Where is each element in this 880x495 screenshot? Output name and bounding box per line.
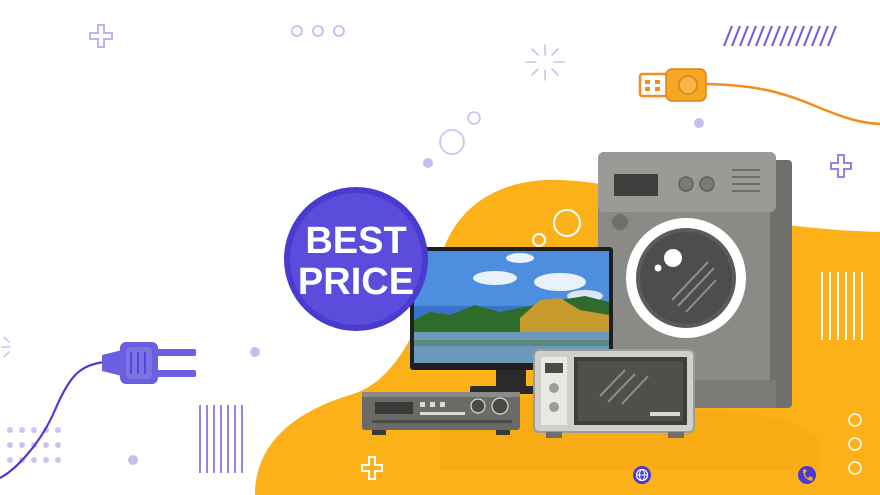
sparkle-decoration bbox=[1, 336, 11, 358]
power-plug-icon bbox=[0, 342, 196, 479]
globe-icon[interactable] bbox=[633, 466, 651, 484]
badge-line-1: BEST bbox=[305, 220, 406, 262]
badge-line-2: PRICE bbox=[298, 261, 414, 303]
best-price-badge: BEST PRICE bbox=[284, 187, 428, 331]
plus-icon bbox=[89, 24, 113, 48]
microwave-oven bbox=[533, 349, 695, 438]
diagonal-stripes bbox=[723, 25, 837, 47]
phone-icon[interactable] bbox=[798, 466, 816, 484]
promo-banner: BEST PRICE bbox=[0, 0, 880, 495]
usb-connector-icon bbox=[638, 68, 880, 126]
audio-receiver bbox=[362, 392, 520, 435]
decorative-dots bbox=[291, 25, 345, 37]
plus-icon bbox=[830, 154, 852, 178]
vertical-stripes bbox=[199, 405, 243, 473]
sparkle-decoration bbox=[525, 44, 565, 81]
